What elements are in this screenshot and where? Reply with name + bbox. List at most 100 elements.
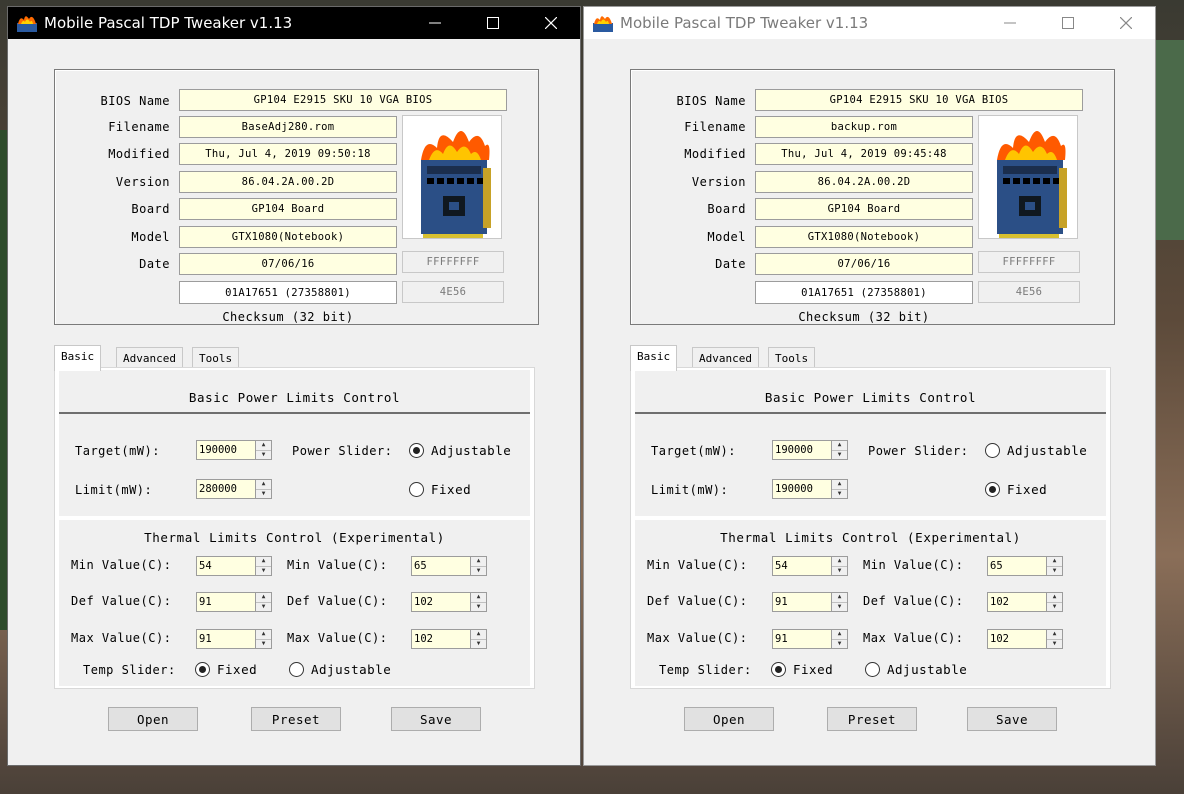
min-value-spinner-1[interactable]: 54 ▲ ▼ (196, 556, 272, 576)
def-value-spinner-1[interactable]: 91 ▲ ▼ (196, 592, 272, 612)
limit-spinner[interactable]: 280000 ▲ ▼ (196, 479, 272, 499)
spin-up-icon[interactable]: ▲ (832, 441, 847, 451)
power-adjustable-radio[interactable]: Adjustable (985, 443, 1087, 458)
limit-spinner[interactable]: 190000 ▲ ▼ (772, 479, 848, 499)
spin-down-icon[interactable]: ▼ (1047, 603, 1062, 612)
maximize-icon (1062, 17, 1074, 29)
temp-fixed-radio[interactable]: Fixed (771, 662, 833, 677)
tab-advanced[interactable]: Advanced (116, 347, 183, 369)
spin-up-icon[interactable]: ▲ (256, 441, 271, 451)
modified-field: Thu, Jul 4, 2019 09:50:18 (179, 143, 397, 165)
open-button[interactable]: Open (108, 707, 198, 731)
close-button[interactable] (1097, 7, 1155, 39)
title-bar[interactable]: Mobile Pascal TDP Tweaker v1.13 (584, 7, 1155, 39)
max-value-spinner-2[interactable]: 102 ▲ ▼ (411, 629, 487, 649)
limit-input[interactable]: 190000 (772, 479, 832, 499)
spin-up-icon[interactable]: ▲ (1047, 593, 1062, 603)
max-value-input-1[interactable]: 91 (196, 629, 256, 649)
spin-down-icon[interactable]: ▼ (1047, 640, 1062, 649)
tweaker-window-1: Mobile Pascal TDP Tweaker v1.13 BIOS Nam… (7, 6, 581, 766)
spin-up-icon[interactable]: ▲ (471, 593, 486, 603)
open-button[interactable]: Open (684, 707, 774, 731)
power-fixed-radio[interactable]: Fixed (985, 482, 1047, 497)
tab-basic[interactable]: Basic (630, 345, 678, 371)
def-value-input-2[interactable]: 102 (411, 592, 471, 612)
max-value-spinner-2[interactable]: 102 ▲ ▼ (987, 629, 1063, 649)
tab-tools[interactable]: Tools (768, 347, 816, 369)
max-value-input-2[interactable]: 102 (987, 629, 1047, 649)
spin-down-icon[interactable]: ▼ (832, 603, 847, 612)
spin-down-icon[interactable]: ▼ (471, 603, 486, 612)
maximize-button[interactable] (464, 7, 522, 39)
spin-down-icon[interactable]: ▼ (832, 567, 847, 576)
limit-input[interactable]: 280000 (196, 479, 256, 499)
max-value-input-2[interactable]: 102 (411, 629, 471, 649)
temp-fixed-radio[interactable]: Fixed (195, 662, 257, 677)
spin-up-icon[interactable]: ▲ (256, 593, 271, 603)
target-input[interactable]: 190000 (772, 440, 832, 460)
preset-button[interactable]: Preset (827, 707, 917, 731)
spin-down-icon[interactable]: ▼ (256, 640, 271, 649)
spin-up-icon[interactable]: ▲ (1047, 557, 1062, 567)
min-value-spinner-2[interactable]: 65 ▲ ▼ (987, 556, 1063, 576)
minimize-button[interactable] (406, 7, 464, 39)
def-value-input-2[interactable]: 102 (987, 592, 1047, 612)
spin-up-icon[interactable]: ▲ (832, 480, 847, 490)
save-button[interactable]: Save (391, 707, 481, 731)
power-fixed-radio[interactable]: Fixed (409, 482, 471, 497)
target-spinner[interactable]: 190000 ▲ ▼ (772, 440, 848, 460)
spin-up-icon[interactable]: ▲ (832, 593, 847, 603)
def-value-input-1[interactable]: 91 (772, 592, 832, 612)
spin-up-icon[interactable]: ▲ (256, 630, 271, 640)
def-value-spinner-2[interactable]: 102 ▲ ▼ (987, 592, 1063, 612)
spin-down-icon[interactable]: ▼ (832, 640, 847, 649)
min-value-spinner-1[interactable]: 54 ▲ ▼ (772, 556, 848, 576)
tab-basic[interactable]: Basic (54, 345, 102, 371)
spin-up-icon[interactable]: ▲ (471, 557, 486, 567)
temp-adjustable-radio[interactable]: Adjustable (865, 662, 967, 677)
min-value-input-2[interactable]: 65 (987, 556, 1047, 576)
min-value-input-2[interactable]: 65 (411, 556, 471, 576)
close-icon (1120, 17, 1132, 29)
spin-up-icon[interactable]: ▲ (256, 557, 271, 567)
spin-down-icon[interactable]: ▼ (832, 490, 847, 499)
title-bar[interactable]: Mobile Pascal TDP Tweaker v1.13 (8, 7, 580, 39)
hex-field: FFFFFFFF (402, 251, 504, 273)
def-value-spinner-2[interactable]: 102 ▲ ▼ (411, 592, 487, 612)
tab-advanced[interactable]: Advanced (692, 347, 759, 369)
power-adjustable-radio[interactable]: Adjustable (409, 443, 511, 458)
spin-down-icon[interactable]: ▼ (256, 603, 271, 612)
minimize-button[interactable] (981, 7, 1039, 39)
maximize-button[interactable] (1039, 7, 1097, 39)
spin-up-icon[interactable]: ▲ (832, 630, 847, 640)
thermal-limits-section: Thermal Limits Control (Experimental) Mi… (635, 520, 1106, 686)
spin-down-icon[interactable]: ▼ (256, 567, 271, 576)
spin-up-icon[interactable]: ▲ (832, 557, 847, 567)
spin-down-icon[interactable]: ▼ (471, 567, 486, 576)
max-value-spinner-1[interactable]: 91 ▲ ▼ (196, 629, 272, 649)
spin-down-icon[interactable]: ▼ (832, 451, 847, 460)
spin-up-icon[interactable]: ▲ (1047, 630, 1062, 640)
spin-up-icon[interactable]: ▲ (471, 630, 486, 640)
spin-down-icon[interactable]: ▼ (471, 640, 486, 649)
max-value-input-1[interactable]: 91 (772, 629, 832, 649)
max-value-spinner-1[interactable]: 91 ▲ ▼ (772, 629, 848, 649)
close-button[interactable] (522, 7, 580, 39)
temp-adjustable-radio[interactable]: Adjustable (289, 662, 391, 677)
spin-down-icon[interactable]: ▼ (256, 490, 271, 499)
save-button[interactable]: Save (967, 707, 1057, 731)
target-input[interactable]: 190000 (196, 440, 256, 460)
tab-tools[interactable]: Tools (192, 347, 240, 369)
spin-up-icon[interactable]: ▲ (256, 480, 271, 490)
preset-button[interactable]: Preset (251, 707, 341, 731)
def-value-input-1[interactable]: 91 (196, 592, 256, 612)
min-value-input-1[interactable]: 54 (772, 556, 832, 576)
def-value-spinner-1[interactable]: 91 ▲ ▼ (772, 592, 848, 612)
target-spinner[interactable]: 190000 ▲ ▼ (196, 440, 272, 460)
min-value-spinner-2[interactable]: 65 ▲ ▼ (411, 556, 487, 576)
spin-down-icon[interactable]: ▼ (256, 451, 271, 460)
spin-down-icon[interactable]: ▼ (1047, 567, 1062, 576)
min-value-input-1[interactable]: 54 (196, 556, 256, 576)
filename-label: Filename (684, 120, 746, 134)
checksum-short-field: 4E56 (978, 281, 1080, 303)
